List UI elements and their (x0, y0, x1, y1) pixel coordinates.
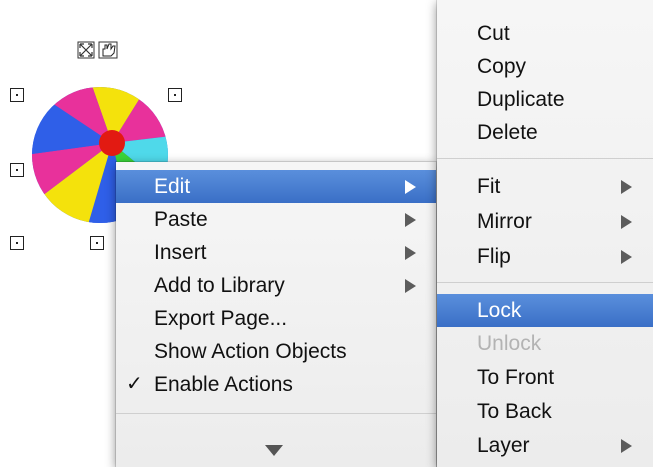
menu-item-lock[interactable]: Lock (437, 294, 653, 327)
menu-item-label: To Back (477, 400, 552, 423)
menu-separator (116, 413, 436, 414)
submenu-arrow-icon (621, 180, 632, 194)
menu-item-label: Insert (154, 241, 207, 264)
menu-item-copy[interactable]: Copy (437, 50, 653, 83)
menu-item-label: Unlock (477, 332, 542, 355)
object-tool-icons (77, 40, 121, 60)
submenu-arrow-icon (621, 439, 632, 453)
menu-item-duplicate[interactable]: Duplicate (437, 83, 653, 116)
menu-item-to-back[interactable]: To Back (437, 395, 653, 428)
menu-item-insert[interactable]: Insert (116, 236, 436, 269)
resize-icon[interactable] (77, 40, 121, 60)
menu-item-paste[interactable]: Paste (116, 203, 436, 236)
menu-item-label: Delete (477, 121, 538, 144)
menu-item-cut[interactable]: Cut (437, 17, 653, 50)
menu-item-label: Duplicate (477, 88, 565, 111)
menu-separator (437, 282, 653, 283)
submenu-arrow-icon (405, 279, 416, 293)
menu-item-add-to-library[interactable]: Add to Library (116, 269, 436, 302)
submenu-arrow-icon (405, 213, 416, 227)
menu-item-label: Show Action Objects (154, 340, 347, 363)
menu-item-label: Paste (154, 208, 208, 231)
menu-item-label: To Front (477, 366, 555, 389)
menu-item-label: Export Page... (154, 307, 288, 330)
menu-item-delete[interactable]: Delete (437, 116, 653, 149)
menu-item-label: Add to Library (154, 274, 285, 297)
menu-item-label: Lock (477, 299, 522, 322)
edit-submenu: Cut Copy Duplicate Delete Fit Mirror Fli… (437, 0, 653, 467)
selection-handle-bottom-left[interactable] (10, 236, 24, 250)
selection-handle-top-right[interactable] (168, 88, 182, 102)
selection-handle-middle-left[interactable] (10, 163, 24, 177)
menu-item-fit[interactable]: Fit (437, 170, 653, 203)
menu-item-mirror[interactable]: Mirror (437, 205, 653, 238)
menu-item-flip[interactable]: Flip (437, 240, 653, 273)
menu-item-enable-actions[interactable]: ✓ Enable Actions (116, 368, 436, 401)
hand-icon[interactable] (98, 41, 118, 59)
menu-item-label: Flip (477, 245, 511, 268)
menu-item-edit[interactable]: Edit (116, 170, 436, 203)
submenu-arrow-icon (621, 250, 632, 264)
submenu-arrow-icon (405, 246, 416, 260)
selection-handle-top-left[interactable] (10, 88, 24, 102)
selection-handle-bottom-center[interactable] (90, 236, 104, 250)
menu-item-layer[interactable]: Layer (437, 429, 653, 462)
menu-item-export-page[interactable]: Export Page... (116, 302, 436, 335)
menu-separator (437, 158, 653, 159)
menu-item-unlock: Unlock (437, 327, 653, 360)
menu-item-label: Cut (477, 22, 510, 45)
menu-item-label: Edit (154, 175, 191, 198)
menu-item-label: Copy (477, 55, 527, 78)
submenu-arrow-icon (621, 215, 632, 229)
menu-item-show-action-objects[interactable]: Show Action Objects (116, 335, 436, 368)
menu-item-label: Fit (477, 175, 501, 198)
menu-item-to-front[interactable]: To Front (437, 361, 653, 394)
scroll-down-arrow-icon[interactable] (265, 445, 283, 456)
menu-item-label: Mirror (477, 210, 532, 233)
submenu-arrow-icon (405, 180, 416, 194)
menu-item-label: Enable Actions (154, 373, 293, 396)
context-menu: Edit Paste Insert Add to Library Export … (116, 162, 436, 467)
checkmark-icon: ✓ (126, 373, 143, 395)
menu-item-label: Layer (477, 434, 530, 457)
